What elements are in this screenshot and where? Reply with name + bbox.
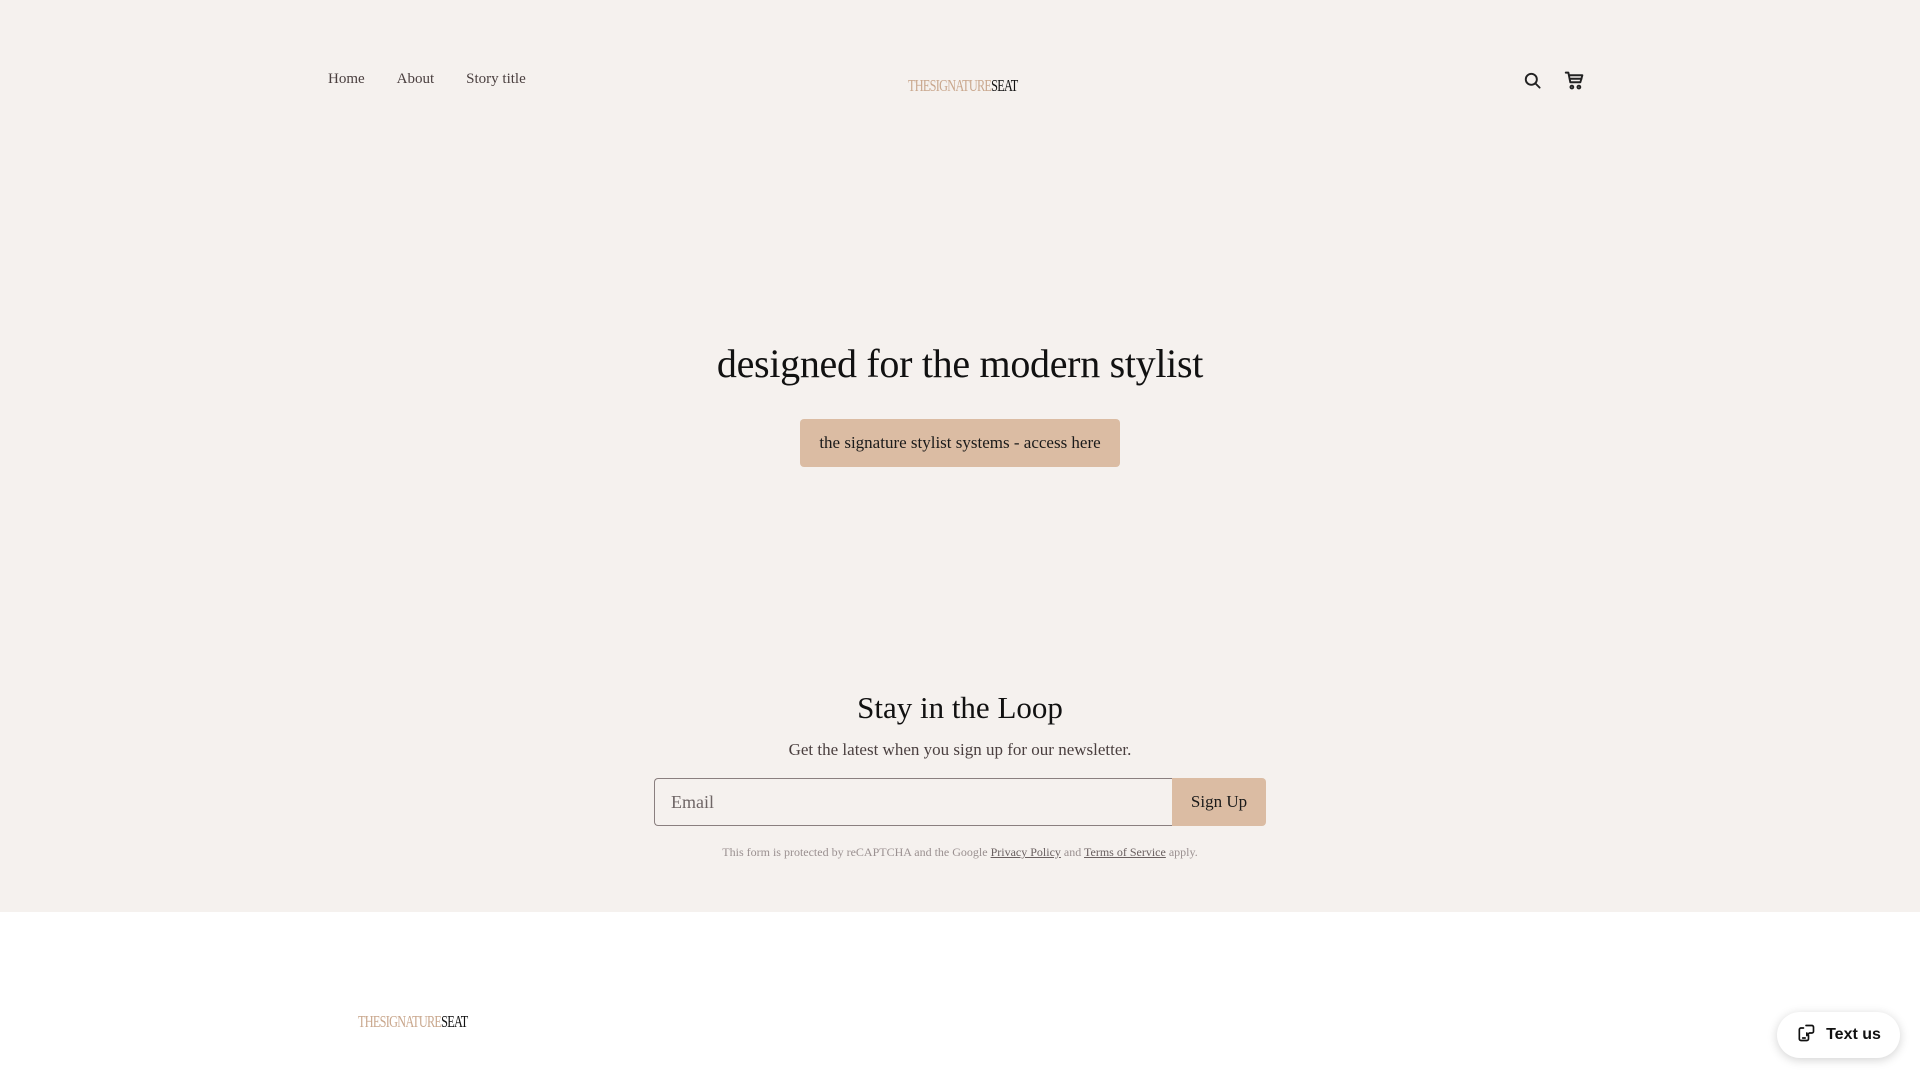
main-nav: Home About Story title [328,71,558,88]
nav-about-link[interactable]: About [397,71,435,88]
recaptcha-suffix: apply. [1168,845,1198,859]
text-us-label: Text us [1826,1026,1881,1043]
recaptcha-and: and [1063,845,1082,859]
nav-story-title-link[interactable]: Story title [466,71,526,88]
recaptcha-notice: This form is protected by reCAPTCHA and … [0,845,1920,860]
header-icons [1521,69,1585,91]
cart-icon[interactable] [1563,69,1585,91]
site-header: Home About Story title THESIGNATURE SEAT [0,0,1920,164]
recaptcha-prefix: This form is protected by reCAPTCHA and … [722,845,988,859]
newsletter-subtitle: Get the latest when you sign up for our … [788,740,1132,759]
logo-light-text: THESIGNATURE [358,1012,442,1031]
newsletter-title: Stay in the Loop [857,690,1063,725]
hero-cta-button[interactable]: the signature stylist systems - access h… [800,419,1120,467]
logo-light-text: THESIGNATURE [908,76,992,95]
privacy-policy-link[interactable]: Privacy Policy [991,845,1061,859]
logo-dark-text: SEAT [441,1012,468,1031]
main-area: Home About Story title THESIGNATURESEAT [0,0,1920,912]
logo-dark-text: SEAT [991,76,1018,95]
nav-home-link[interactable]: Home [328,71,365,88]
terms-of-service-link[interactable]: Terms of Service [1084,845,1166,859]
hero-title: designed for the modern stylist [716,341,1204,386]
chat-phone-icon [1796,1023,1816,1048]
email-input[interactable] [654,778,1172,826]
search-icon[interactable] [1521,69,1543,91]
header-logo[interactable]: THESIGNATURE SEAT [908,76,1018,96]
sign-up-button[interactable]: Sign Up [1172,778,1266,826]
newsletter-form: Sign Up [654,778,1266,826]
footer-logo[interactable]: THESIGNATURE SEAT [358,1012,468,1032]
text-us-widget[interactable]: Text us [1777,1012,1900,1058]
